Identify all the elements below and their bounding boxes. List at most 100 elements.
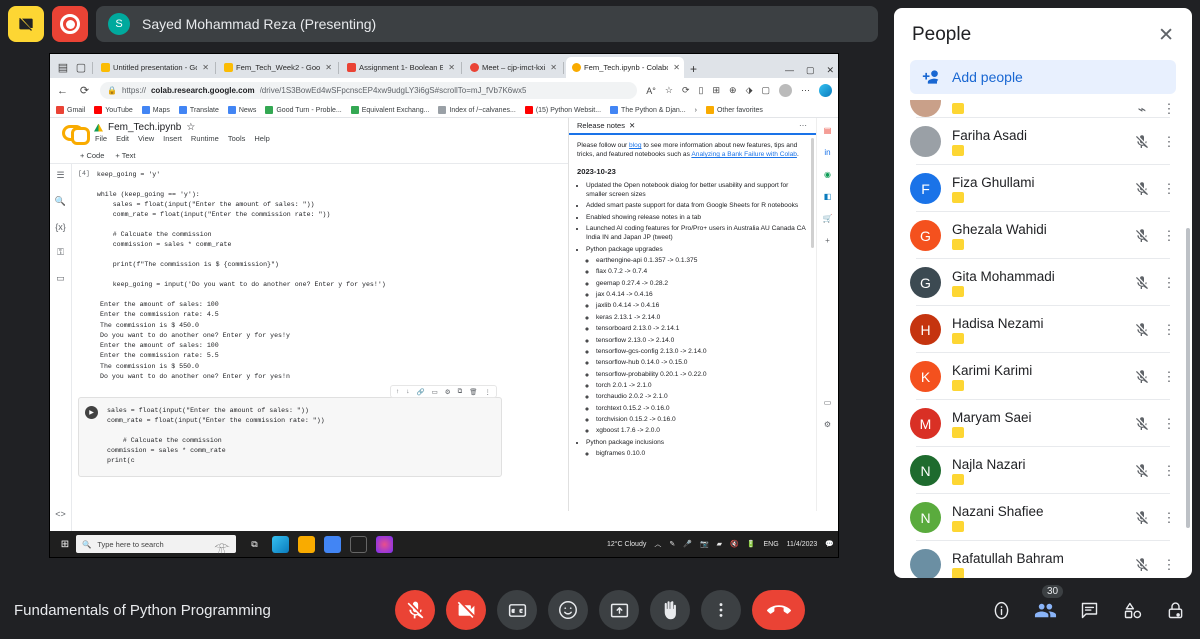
paint-icon[interactable] <box>376 535 393 553</box>
tray-camera-icon[interactable]: 📷 <box>700 540 709 548</box>
sidebar-panel-icon[interactable]: ▭ <box>824 398 832 407</box>
sidebar-customize-icon[interactable]: ⚙ <box>824 420 831 429</box>
participant-more-icon[interactable]: ⋮ <box>1162 369 1176 385</box>
release-notes-more-icon[interactable]: ⋯ <box>799 121 808 130</box>
participant-mic-off-icon[interactable] <box>1133 275 1151 291</box>
collections-icon[interactable]: ⊞ <box>712 85 720 96</box>
cell-1-source[interactable]: keep_going = 'y' while (keep_going == 'y… <box>97 170 386 290</box>
rn-featured-link[interactable]: Analyzing a Bank Failure with Colab <box>691 151 797 158</box>
edge-taskbar-icon[interactable] <box>272 535 289 553</box>
chat-button[interactable] <box>1079 600 1100 621</box>
participant-row[interactable]: K Karimi Karimi ⋮ <box>900 353 1186 400</box>
stop-presenting-icon[interactable] <box>8 6 44 42</box>
participant-mic-off-icon[interactable] <box>1133 416 1151 432</box>
close-people-panel-icon[interactable]: ✕ <box>1158 26 1174 45</box>
rn-blog-link[interactable]: blog <box>629 142 641 149</box>
menu-runtime[interactable]: Runtime <box>191 134 219 143</box>
participant-row[interactable]: F Fiza Ghullami ⋮ <box>900 165 1186 212</box>
browser-tab[interactable]: Untitled presentation - Goo ✕ <box>95 57 213 78</box>
tab-close-icon[interactable]: ✕ <box>202 63 209 72</box>
secrets-key-icon[interactable]: ⚿ <box>57 247 64 258</box>
windows-start-icon[interactable]: ⊞ <box>54 539 76 550</box>
participant-row[interactable]: M Maryam Saei ⋮ <box>900 400 1186 447</box>
favorite-star-icon[interactable]: ☆ <box>665 85 673 96</box>
tab-search-icon[interactable]: ▤ <box>54 56 72 78</box>
split-screen-icon[interactable]: ▢ <box>72 56 90 78</box>
emoji-reactions-button[interactable] <box>548 590 588 630</box>
move-cell-up-icon[interactable]: ↑ <box>396 388 399 395</box>
participant-more-icon[interactable]: ⋮ <box>1162 101 1176 117</box>
delete-cell-icon[interactable]: 🗑 <box>469 388 477 396</box>
add-people-button[interactable]: Add people <box>910 60 1176 94</box>
mirror-cell-icon[interactable]: ⧉ <box>458 388 463 396</box>
file-explorer-icon[interactable] <box>298 535 315 553</box>
link-to-cell-icon[interactable]: 🔗 <box>417 388 425 396</box>
browser-tab[interactable]: Fem_Tech_Week2 - Google ✕ <box>218 57 336 78</box>
participant-mic-off-icon[interactable] <box>1133 557 1151 573</box>
tray-date[interactable]: 11/4/2023 <box>787 541 818 548</box>
menu-insert[interactable]: Insert <box>163 134 182 143</box>
participant-mic-off-icon[interactable] <box>1133 369 1151 385</box>
add-text-cell-button[interactable]: + Text <box>115 151 135 160</box>
participant-row[interactable]: Rafatullah Bahram ⋮ <box>900 541 1186 578</box>
tab-close-icon[interactable]: ✕ <box>448 63 455 72</box>
cell-2-source[interactable]: sales = float(input("Enter the amount of… <box>107 406 495 466</box>
add-sidebar-app-icon[interactable]: + <box>825 236 830 245</box>
bookmark-item[interactable]: Index of /~calvanes... <box>438 106 516 114</box>
menu-edit[interactable]: Edit <box>116 134 129 143</box>
bookmark-item[interactable]: Gmail <box>56 106 85 114</box>
recording-indicator-icon[interactable] <box>52 6 88 42</box>
task-view-icon[interactable]: ⧉ <box>246 536 263 553</box>
show-people-button[interactable]: 30 <box>1034 584 1064 622</box>
back-icon[interactable]: ← <box>56 85 69 97</box>
notebook-filename[interactable]: Fem_Tech.ipynb <box>108 122 181 133</box>
tab-close-icon[interactable]: ✕ <box>325 63 332 72</box>
tray-expand-icon[interactable]: ︿ <box>654 539 661 549</box>
host-controls-button[interactable] <box>1165 600 1186 621</box>
url-input[interactable]: 🔒 https:// colab.research.google.com/driv… <box>100 82 638 99</box>
files-folder-icon[interactable]: ▭ <box>56 273 65 284</box>
maximize-icon[interactable]: ▢ <box>806 65 815 76</box>
tray-pen-icon[interactable]: ✎ <box>669 540 675 548</box>
office-icon[interactable]: ▤ <box>824 126 832 135</box>
close-window-icon[interactable]: ✕ <box>826 65 834 76</box>
raise-hand-button[interactable] <box>650 590 690 630</box>
cell-settings-icon[interactable]: ⚙ <box>445 388 451 396</box>
shopping-icon[interactable]: 🛒 <box>823 214 833 223</box>
participant-more-icon[interactable]: ⋮ <box>1162 463 1176 479</box>
browser-tab-active[interactable]: Fem_Tech.ipynb - Colabora ✕ <box>566 57 684 78</box>
table-of-contents-icon[interactable]: ☰ <box>56 170 64 181</box>
variables-icon[interactable]: {x} <box>55 222 66 232</box>
release-notes-close-icon[interactable]: ✕ <box>629 121 635 130</box>
browser-tab[interactable]: Meet – cjp-imct-kxi ✕ <box>464 57 561 78</box>
split-screen-icon[interactable]: ▯ <box>699 85 704 96</box>
participant-row[interactable]: G Gita Mohammadi ⋮ <box>900 259 1186 306</box>
outlook-icon[interactable]: ◧ <box>824 192 832 201</box>
bookmark-item[interactable]: (15) Python Websit... <box>524 106 601 114</box>
bookmark-item[interactable]: Maps <box>141 106 170 114</box>
participant-more-icon[interactable]: ⋮ <box>1162 557 1176 573</box>
participant-row-partial[interactable]: ⌁ ⋮ <box>900 100 1186 118</box>
add-code-cell-button[interactable]: + Code <box>80 151 104 160</box>
participant-mic-off-icon[interactable]: ⌁ <box>1133 101 1151 118</box>
minimize-icon[interactable]: — <box>785 65 794 76</box>
activities-button[interactable] <box>1122 600 1143 621</box>
browser-essentials-icon[interactable]: ⊕ <box>729 85 737 96</box>
history-icon[interactable]: ⟳ <box>682 85 690 96</box>
more-options-button[interactable] <box>701 590 741 630</box>
tray-wifi-icon[interactable]: ▰ <box>717 540 722 548</box>
menu-file[interactable]: File <box>95 134 107 143</box>
site-info-icon[interactable]: 🔒 <box>107 86 117 95</box>
participant-row[interactable]: N Nazani Shafiee ⋮ <box>900 494 1186 541</box>
participant-mic-off-icon[interactable] <box>1133 510 1151 526</box>
code-snippets-icon[interactable]: <> <box>55 509 66 519</box>
tray-notifications-icon[interactable]: 💬 <box>825 540 834 548</box>
bookmarks-overflow-icon[interactable]: › <box>695 107 697 114</box>
participants-list[interactable]: ⌁ ⋮ Fariha Asadi ⋮ F Fiza Ghullami ⋮ G G… <box>894 100 1192 578</box>
participant-row[interactable]: Fariha Asadi ⋮ <box>900 118 1186 165</box>
tab-close-icon[interactable]: ✕ <box>673 63 680 72</box>
tab-close-icon[interactable]: ✕ <box>550 63 557 72</box>
participant-mic-off-icon[interactable] <box>1133 228 1151 244</box>
star-icon[interactable]: ☆ <box>186 122 195 133</box>
release-notes-tab[interactable]: Release notes ✕ ⋯ <box>569 118 816 135</box>
